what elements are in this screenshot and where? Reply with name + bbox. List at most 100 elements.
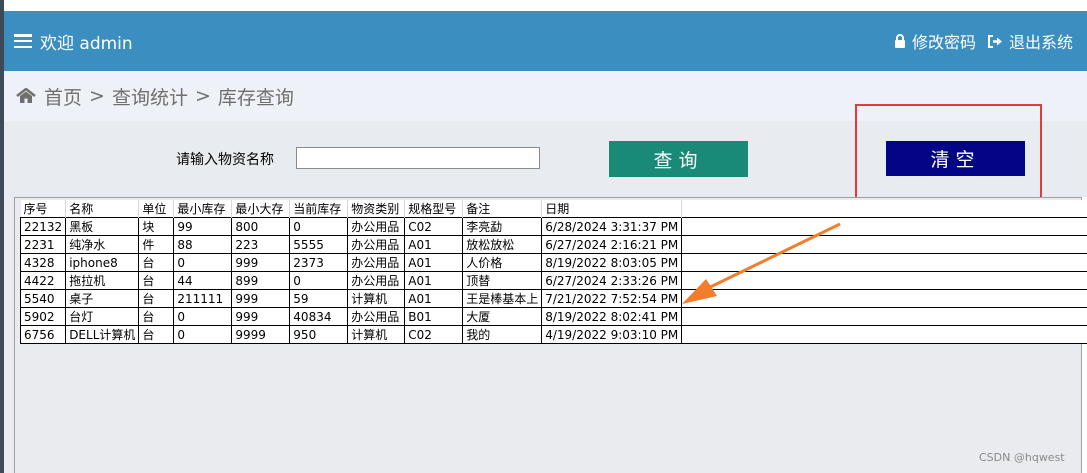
breadcrumb-query-stats[interactable]: 查询统计 bbox=[112, 83, 188, 110]
table-cell[interactable]: 办公用品 bbox=[347, 271, 406, 290]
table-cell[interactable]: 王是棒基本上 bbox=[462, 289, 543, 308]
table-cell[interactable]: 纯净水 bbox=[65, 235, 140, 254]
column-header[interactable]: 名称 bbox=[65, 200, 140, 218]
table-cell[interactable]: 0 bbox=[173, 307, 233, 326]
table-cell[interactable]: 块 bbox=[138, 217, 175, 236]
column-header[interactable]: 最小库存 bbox=[173, 200, 233, 218]
table-row[interactable]: 4328 iphone8 台 0 999 2373 办公用品 A01 人价格 8/19/2022 … bbox=[19, 253, 1087, 272]
top-navbar: 欢迎 admin 修改密码 退出系统 bbox=[4, 11, 1087, 71]
table-cell[interactable]: 0 bbox=[173, 253, 233, 272]
row-filler bbox=[681, 217, 1087, 236]
table-row[interactable]: 5902 台灯台 0 999 40834 办公用品 B01 大厦 8/19/2022 8:02:… bbox=[19, 307, 1087, 326]
table-cell[interactable]: A01 bbox=[404, 289, 464, 308]
table-cell[interactable]: 88 bbox=[173, 235, 233, 254]
table-cell[interactable]: iphone8 bbox=[65, 253, 140, 272]
table-cell[interactable]: 台 bbox=[138, 253, 175, 272]
table-cell[interactable]: 0 bbox=[173, 325, 233, 344]
table-cell[interactable]: 拖拉机 bbox=[65, 271, 140, 290]
table-cell[interactable]: 9999 bbox=[231, 325, 291, 344]
table-cell[interactable]: 4/19/2022 9:03:10 PM bbox=[541, 325, 683, 344]
table-cell[interactable]: 6/28/2024 3:31:37 PM bbox=[541, 217, 683, 236]
table-cell[interactable]: 大厦 bbox=[462, 307, 543, 326]
table-cell[interactable]: 台灯 bbox=[65, 307, 140, 326]
row-filler bbox=[681, 271, 1087, 290]
table-row[interactable]: 2231 纯净水件 88 223 5555 办公用品 A01 放松放松 6/27/2024 2:… bbox=[19, 235, 1087, 254]
column-header[interactable]: 日期 bbox=[541, 200, 683, 218]
table-cell[interactable]: 李亮勐 bbox=[462, 217, 543, 236]
table-cell[interactable]: 7/21/2022 7:52:54 PM bbox=[541, 289, 683, 308]
row-filler bbox=[681, 235, 1087, 254]
table-cell[interactable]: 999 bbox=[231, 307, 291, 326]
table-cell[interactable]: 6/27/2024 2:16:21 PM bbox=[541, 235, 683, 254]
table-cell[interactable]: 人价格 bbox=[462, 253, 543, 272]
breadcrumb-home[interactable]: 首页 bbox=[44, 83, 82, 110]
table-cell[interactable]: 放松放松 bbox=[462, 235, 543, 254]
table-row[interactable]: 4422 拖拉机台 44 899 0 办公用品 A01 顶替 6/27/2024 2:33:26… bbox=[19, 271, 1087, 290]
table-cell[interactable]: 950 bbox=[289, 325, 349, 344]
table-cell[interactable]: 台 bbox=[138, 307, 175, 326]
column-header[interactable]: 当前库存 bbox=[289, 200, 349, 218]
table-cell[interactable]: 4328 bbox=[19, 253, 67, 272]
column-header[interactable]: 单位 bbox=[138, 200, 175, 218]
table-cell[interactable]: 件 bbox=[138, 235, 175, 254]
query-button[interactable]: 查询 bbox=[609, 141, 748, 177]
table-cell[interactable]: 黑板 bbox=[65, 217, 140, 236]
table-cell[interactable]: 223 bbox=[231, 235, 291, 254]
table-cell[interactable]: 办公用品 bbox=[347, 253, 406, 272]
table-cell[interactable]: C02 bbox=[404, 325, 464, 344]
column-header[interactable]: 规格型号 bbox=[404, 200, 464, 218]
table-cell[interactable]: 顶替 bbox=[462, 271, 543, 290]
column-header[interactable]: 备注 bbox=[462, 200, 543, 218]
table-cell[interactable]: C02 bbox=[404, 217, 464, 236]
change-password-link[interactable]: 修改密码 bbox=[894, 29, 976, 53]
table-cell[interactable]: 22132 bbox=[19, 217, 67, 236]
table-cell[interactable]: 99 bbox=[173, 217, 233, 236]
logout-label: 退出系统 bbox=[1008, 33, 1073, 52]
table-cell[interactable]: 5902 bbox=[19, 307, 67, 326]
column-header[interactable]: 序号 bbox=[20, 200, 67, 218]
table-cell[interactable]: 台 bbox=[138, 325, 175, 344]
table-cell[interactable]: 6756 bbox=[19, 325, 67, 344]
table-cell[interactable]: 办公用品 bbox=[347, 307, 406, 326]
table-cell[interactable]: B01 bbox=[404, 307, 464, 326]
table-cell[interactable]: 8/19/2022 8:02:41 PM bbox=[541, 307, 683, 326]
table-cell[interactable]: 40834 bbox=[289, 307, 349, 326]
breadcrumb-separator: > bbox=[194, 85, 211, 107]
table-cell[interactable]: 台 bbox=[138, 289, 175, 308]
table-cell[interactable]: 44 bbox=[173, 271, 233, 290]
table-cell[interactable]: 899 bbox=[231, 271, 291, 290]
table-cell[interactable]: 6/27/2024 2:33:26 PM bbox=[541, 271, 683, 290]
table-cell[interactable]: 0 bbox=[289, 271, 349, 290]
table-cell[interactable]: 办公用品 bbox=[347, 235, 406, 254]
table-cell[interactable]: 计算机 bbox=[347, 289, 406, 308]
logout-link[interactable]: 退出系统 bbox=[987, 29, 1073, 53]
search-input[interactable] bbox=[296, 147, 540, 169]
table-cell[interactable]: 999 bbox=[231, 253, 291, 272]
table-cell[interactable]: 211111 bbox=[173, 289, 233, 308]
table-cell[interactable]: 桌子 bbox=[65, 289, 140, 308]
table-cell[interactable]: 台 bbox=[138, 271, 175, 290]
table-cell[interactable]: 59 bbox=[289, 289, 349, 308]
table-row[interactable]: 22132 黑板块 99 800 0 办公用品 C02 李亮勐 6/28/2024 3:31:3… bbox=[19, 217, 1087, 236]
table-cell[interactable]: 999 bbox=[231, 289, 291, 308]
table-row[interactable]: 5540 桌子台 211111 999 59 计算机 A01 王是棒基本上 7/21/2022 … bbox=[19, 289, 1087, 308]
table-cell[interactable]: 我的 bbox=[462, 325, 543, 344]
table-cell[interactable]: 8/19/2022 8:03:05 PM bbox=[541, 253, 683, 272]
hamburger-icon[interactable] bbox=[14, 34, 32, 48]
column-header[interactable]: 最小大存 bbox=[231, 200, 291, 218]
table-cell[interactable]: A01 bbox=[404, 253, 464, 272]
table-cell[interactable]: 2231 bbox=[19, 235, 67, 254]
column-header[interactable]: 物资类别 bbox=[347, 200, 406, 218]
table-cell[interactable]: A01 bbox=[404, 235, 464, 254]
table-cell[interactable]: 办公用品 bbox=[347, 217, 406, 236]
table-cell[interactable]: 5540 bbox=[19, 289, 67, 308]
table-cell[interactable]: 800 bbox=[231, 217, 291, 236]
table-cell[interactable]: 计算机 bbox=[347, 325, 406, 344]
table-cell[interactable]: 2373 bbox=[289, 253, 349, 272]
table-cell[interactable]: 4422 bbox=[19, 271, 67, 290]
table-cell[interactable]: DELL计算机 bbox=[65, 325, 140, 344]
table-row[interactable]: 6756 DELL计算机台 0 9999 950 计算机 C02 我的 4/19/2022 9:… bbox=[19, 325, 1087, 344]
table-cell[interactable]: A01 bbox=[404, 271, 464, 290]
table-cell[interactable]: 0 bbox=[289, 217, 349, 236]
table-cell[interactable]: 5555 bbox=[289, 235, 349, 254]
